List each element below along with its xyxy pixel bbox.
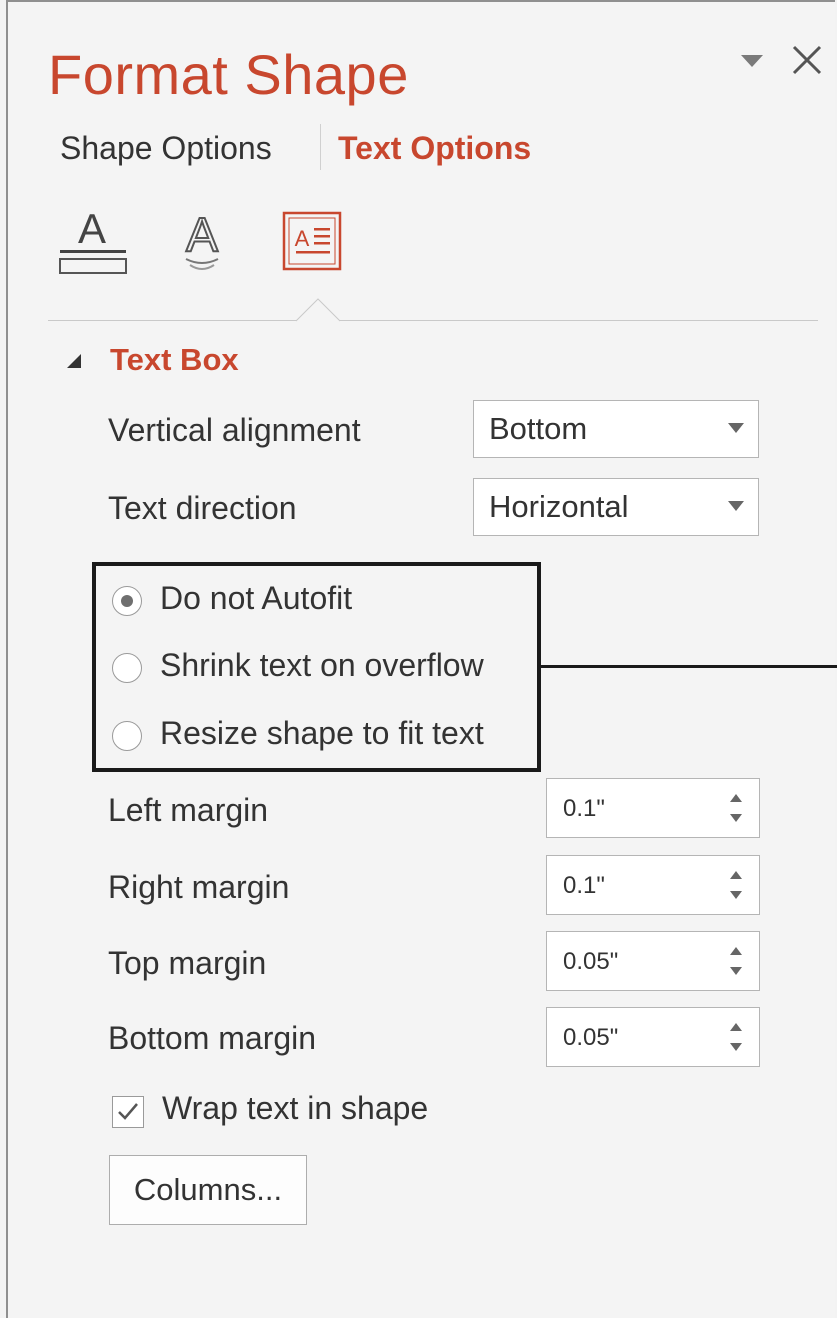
- wrap-text-checkbox[interactable]: [112, 1096, 144, 1128]
- chevron-down-icon: [728, 501, 744, 511]
- radio-button[interactable]: [112, 721, 142, 751]
- text-direction-value: Horizontal: [489, 489, 629, 524]
- radio-label: Resize shape to fit text: [160, 715, 484, 751]
- right-margin-value: 0.1": [563, 872, 605, 899]
- text-effects-icon[interactable]: A: [164, 207, 240, 277]
- chevron-down-icon: [728, 423, 744, 433]
- radio-selected-dot: [121, 595, 133, 607]
- text-direction-label: Text direction: [108, 490, 297, 526]
- wrap-text-label: Wrap text in shape: [162, 1090, 429, 1126]
- radio-button[interactable]: [112, 653, 142, 683]
- left-margin-spinner[interactable]: 0.1": [546, 778, 760, 838]
- tab-text-options[interactable]: Text Options: [338, 130, 531, 167]
- tab-separator: [320, 124, 321, 170]
- top-margin-spinner[interactable]: 0.05": [546, 931, 760, 991]
- chevron-down-icon[interactable]: [741, 55, 763, 69]
- spin-down-icon[interactable]: [729, 890, 743, 900]
- spin-up-icon[interactable]: [729, 793, 743, 803]
- spin-down-icon[interactable]: [729, 1042, 743, 1052]
- vertical-alignment-label: Vertical alignment: [108, 412, 361, 448]
- spin-down-icon[interactable]: [729, 813, 743, 823]
- bottom-margin-value: 0.05": [563, 1024, 619, 1051]
- left-margin-label: Left margin: [108, 792, 269, 828]
- spin-up-icon[interactable]: [729, 870, 743, 880]
- spin-up-icon[interactable]: [729, 946, 743, 956]
- left-margin-value: 0.1": [563, 795, 605, 822]
- columns-button[interactable]: Columns...: [109, 1155, 307, 1225]
- pane-title: Format Shape: [48, 43, 409, 106]
- text-direction-dropdown[interactable]: Horizontal: [473, 478, 759, 536]
- svg-text:A: A: [186, 209, 218, 262]
- bottom-margin-spinner[interactable]: 0.05": [546, 1007, 760, 1067]
- right-margin-spinner[interactable]: 0.1": [546, 855, 760, 915]
- right-margin-label: Right margin: [108, 869, 290, 905]
- tab-shape-options[interactable]: Shape Options: [60, 130, 272, 167]
- close-icon[interactable]: [789, 42, 825, 78]
- section-title-text-box[interactable]: Text Box: [110, 342, 239, 378]
- spin-up-icon[interactable]: [729, 1022, 743, 1032]
- svg-text:A: A: [295, 226, 310, 251]
- svg-text:A: A: [78, 207, 106, 252]
- top-margin-label: Top margin: [108, 945, 267, 981]
- bottom-margin-label: Bottom margin: [108, 1020, 317, 1056]
- selected-category-pointer: [296, 298, 340, 322]
- vertical-alignment-dropdown[interactable]: Bottom: [473, 400, 759, 458]
- spin-down-icon[interactable]: [729, 966, 743, 976]
- radio-button[interactable]: [112, 586, 142, 616]
- radio-label: Shrink text on overflow: [160, 647, 484, 683]
- top-margin-value: 0.05": [563, 948, 619, 975]
- collapse-triangle-icon[interactable]: [65, 351, 85, 371]
- format-shape-pane: Format Shape Shape Options Text Options …: [6, 0, 837, 1318]
- vertical-alignment-value: Bottom: [489, 411, 588, 446]
- text-fill-outline-icon[interactable]: A: [54, 205, 130, 277]
- textbox-icon[interactable]: A: [274, 207, 350, 277]
- checkmark-icon: [118, 1103, 138, 1120]
- section-divider: [48, 320, 818, 321]
- radio-label: Do not Autofit: [160, 580, 353, 616]
- callout-line: [541, 665, 837, 668]
